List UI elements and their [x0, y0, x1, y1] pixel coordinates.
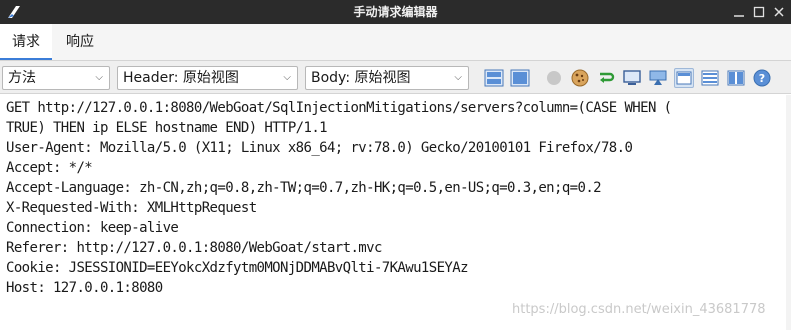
cookie-icon[interactable]: [570, 68, 590, 88]
scrollbar[interactable]: [786, 95, 791, 330]
svg-text:?: ?: [759, 72, 765, 85]
request-editor[interactable]: GET http://127.0.0.1:8080/WebGoat/SqlInj…: [0, 95, 791, 330]
split-vertical-icon[interactable]: [510, 68, 530, 88]
header-user-agent: User-Agent: Mozilla/5.0 (X11; Linux x86_…: [6, 140, 633, 156]
header-accept: Accept: */*: [6, 160, 93, 176]
request-line: GET http://127.0.0.1:8080/WebGoat/SqlInj…: [6, 100, 672, 116]
chevron-down-icon: ⌵: [95, 72, 103, 83]
layout-side-icon[interactable]: [674, 68, 694, 88]
chevron-down-icon: ⌵: [283, 72, 291, 83]
help-icon[interactable]: ?: [752, 68, 772, 88]
header-accept-language: Accept-Language: zh-CN,zh;q=0.8,zh-TW;q=…: [6, 180, 602, 196]
header-connection: Connection: keep-alive: [6, 220, 179, 236]
inject-icon[interactable]: [648, 68, 668, 88]
minimize-icon[interactable]: [731, 4, 747, 20]
maximize-icon[interactable]: [751, 4, 767, 20]
layout-tabs-icon[interactable]: [700, 68, 720, 88]
header-view-select-value: Header: 原始视图: [123, 70, 239, 86]
header-x-requested-with: X-Requested-With: XMLHttpRequest: [6, 200, 257, 216]
method-select[interactable]: 方法 ⌵: [2, 66, 110, 90]
method-select-value: 方法: [8, 70, 36, 86]
title-bar: 手动请求编辑器: [0, 0, 791, 24]
request-line-continued: TRUE) THEN ip ELSE hostname END) HTTP/1.…: [6, 120, 328, 136]
body-view-select-value: Body: 原始视图: [311, 70, 411, 86]
redirect-icon[interactable]: [596, 68, 616, 88]
header-cookie: Cookie: JSESSIONID=EEYokcXdzfytm0MONjDDM…: [6, 260, 469, 276]
toolbar: 方法 ⌵ Header: 原始视图 ⌵ Body: 原始视图 ⌵ ?: [0, 60, 791, 94]
close-icon[interactable]: [771, 4, 787, 20]
circle-icon[interactable]: [544, 68, 564, 88]
body-view-select[interactable]: Body: 原始视图 ⌵: [305, 66, 469, 90]
layout-split-icon[interactable]: [726, 68, 746, 88]
monitor-icon[interactable]: [622, 68, 642, 88]
tab-response[interactable]: 响应: [52, 24, 108, 60]
tab-request[interactable]: 请求: [0, 24, 52, 60]
header-referer: Referer: http://127.0.0.1:8080/WebGoat/s…: [6, 240, 382, 256]
header-view-select[interactable]: Header: 原始视图 ⌵: [117, 66, 298, 90]
chevron-down-icon: ⌵: [454, 72, 462, 83]
header-host: Host: 127.0.0.1:8080: [6, 280, 163, 296]
split-horizontal-icon[interactable]: [484, 68, 504, 88]
tab-bar: 请求 响应: [0, 24, 791, 60]
window-title: 手动请求编辑器: [353, 5, 438, 19]
watermark: https://blog.csdn.net/weixin_43681778: [512, 302, 766, 317]
